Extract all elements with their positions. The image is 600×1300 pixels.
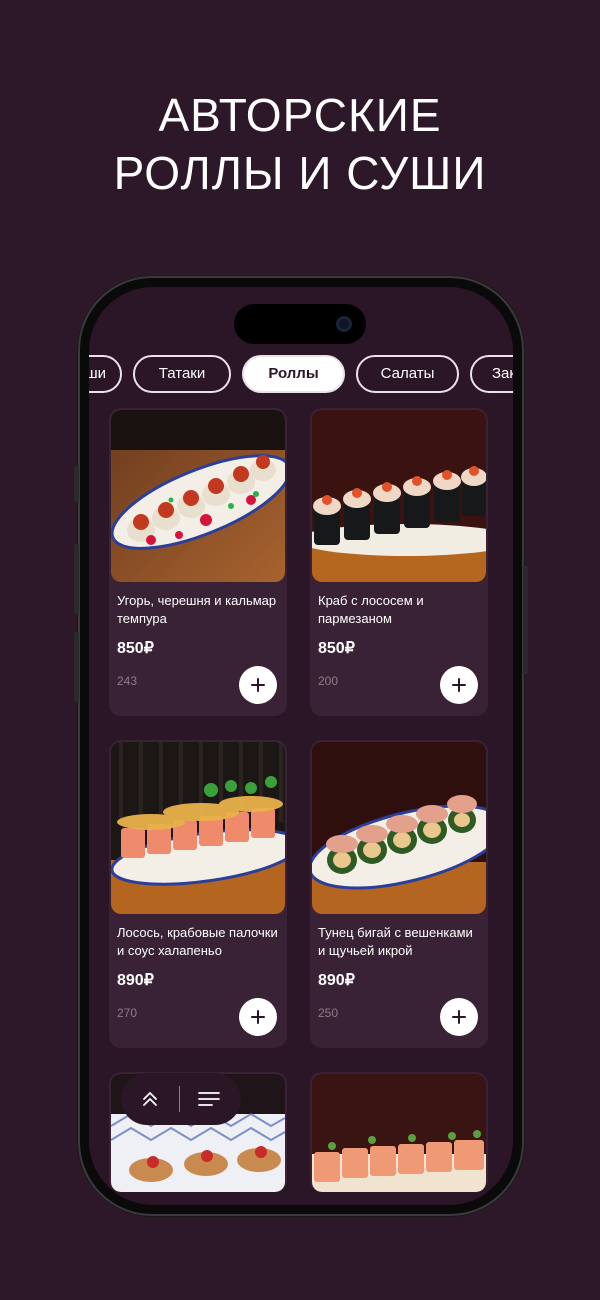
tab-tataki[interactable]: Татаки: [133, 355, 231, 393]
add-to-cart-button[interactable]: [440, 666, 478, 704]
product-price: 850₽: [318, 640, 355, 657]
product-weight: 200: [318, 674, 339, 688]
promo-headline: АВТОРСКИЕ РОЛЛЫ И СУШИ: [0, 86, 600, 202]
menu-lines-icon: [198, 1092, 220, 1106]
phone-volume-up-button: [74, 544, 79, 614]
product-card[interactable]: Тунец бигай с вешенками и щучьей икрой 8…: [310, 740, 488, 1048]
product-name: Угорь, черешня и кальмар темпура: [117, 593, 277, 626]
product-card[interactable]: [310, 1072, 488, 1192]
product-image: [312, 410, 486, 582]
camera-icon: [336, 316, 352, 332]
product-weight: 250: [318, 1006, 339, 1020]
add-to-cart-button[interactable]: [440, 998, 478, 1036]
menu-button[interactable]: [180, 1073, 238, 1125]
phone-frame: Суши Татаки Роллы Салаты Закуски: [74, 276, 528, 1216]
add-to-cart-button[interactable]: [239, 666, 277, 704]
headline-line-1: АВТОРСКИЕ: [158, 89, 442, 141]
product-name: Лосось, крабовые палочки и соус халапень…: [117, 925, 278, 958]
tab-rolls[interactable]: Роллы: [242, 355, 345, 393]
product-weight: 243: [117, 674, 138, 688]
plus-icon: [452, 1010, 466, 1024]
category-tabs: Суши Татаки Роллы Салаты Закуски: [89, 355, 513, 393]
plus-icon: [251, 1010, 265, 1024]
product-price: 890₽: [318, 972, 355, 989]
product-weight: 270: [117, 1006, 138, 1020]
product-card[interactable]: Краб с лососем и пармезаном 850₽ 200: [310, 408, 488, 716]
product-name: Краб с лососем и пармезаном: [318, 593, 424, 626]
tab-sushi[interactable]: Суши: [89, 355, 122, 393]
headline-line-2: РОЛЛЫ И СУШИ: [113, 147, 487, 199]
chevrons-up-icon: [143, 1092, 157, 1106]
plus-icon: [452, 678, 466, 692]
scroll-to-top-button[interactable]: [121, 1073, 179, 1125]
promo-page: АВТОРСКИЕ РОЛЛЫ И СУШИ Суши Татаки Роллы…: [0, 0, 600, 1300]
product-image: [111, 410, 285, 582]
product-name: Тунец бигай с вешенками и щучьей икрой: [318, 925, 473, 958]
add-to-cart-button[interactable]: [239, 998, 277, 1036]
product-image: [312, 742, 486, 914]
product-card[interactable]: Угорь, черешня и кальмар темпура 850₽ 24…: [109, 408, 287, 716]
floating-control-bar: [121, 1073, 241, 1125]
app-screen: Суши Татаки Роллы Салаты Закуски: [89, 287, 513, 1205]
dynamic-island: [234, 304, 366, 344]
product-image: [312, 1074, 486, 1192]
tab-salads[interactable]: Салаты: [356, 355, 459, 393]
product-price: 890₽: [117, 972, 154, 989]
phone-volume-down-button: [74, 632, 79, 702]
phone-action-button: [74, 466, 79, 502]
tab-snacks[interactable]: Закуски: [470, 355, 513, 393]
product-card[interactable]: Лосось, крабовые палочки и соус халапень…: [109, 740, 287, 1048]
product-price: 850₽: [117, 640, 154, 657]
product-image: [111, 742, 285, 914]
phone-power-button: [523, 566, 528, 674]
plus-icon: [251, 678, 265, 692]
